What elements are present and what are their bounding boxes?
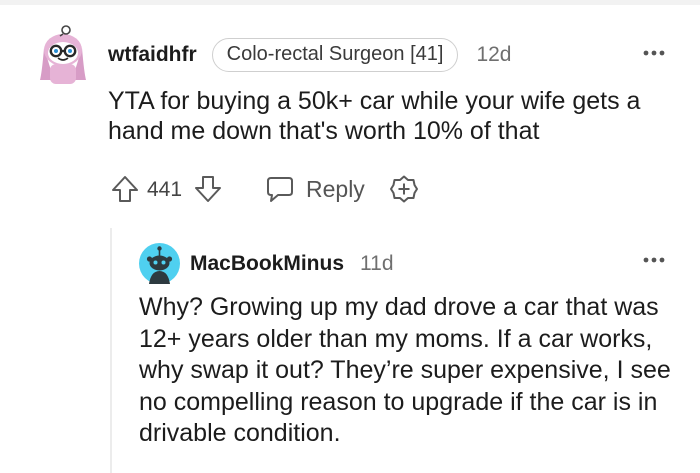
reply-label: Reply [306, 175, 365, 202]
arrow-up-icon [112, 176, 138, 202]
thread-line[interactable] [110, 228, 112, 473]
snoo-avatar-icon [40, 25, 86, 84]
chat-bubble-icon [267, 177, 293, 202]
reply-button[interactable]: Reply [265, 174, 365, 204]
avatar[interactable] [36, 24, 90, 84]
more-options-button[interactable] [641, 247, 667, 273]
comment-header: wtfaidhfr Colo-rectal Surgeon [41] 12d [108, 38, 512, 72]
more-horizontal-icon [643, 50, 665, 56]
vote-count: 441 [147, 178, 183, 201]
top-divider [0, 0, 700, 5]
user-flair: Colo-rectal Surgeon [41] [211, 38, 459, 72]
award-button[interactable] [389, 174, 419, 204]
upvote-button[interactable] [110, 174, 140, 204]
comment-author[interactable]: wtfaidhfr [108, 43, 197, 67]
comment-body: YTA for buying a 50k+ car while your wif… [108, 87, 641, 145]
arrow-down-icon [195, 176, 221, 202]
add-award-icon [390, 175, 418, 203]
comment-age: 12d [476, 43, 512, 66]
reply-age: 11d [360, 252, 394, 275]
downvote-button[interactable] [193, 174, 223, 204]
snoo-avatar-icon [139, 243, 180, 284]
reply-body: Why? Growing up my dad drove a car that … [139, 293, 671, 447]
more-options-button[interactable] [641, 40, 667, 66]
reply-author[interactable]: MacBookMinus [190, 252, 344, 276]
avatar[interactable] [139, 243, 180, 284]
comment-thread: wtfaidhfr Colo-rectal Surgeon [41] 12d Y… [0, 0, 700, 473]
more-horizontal-icon [643, 257, 665, 263]
reply-header: MacBookMinus 11d [190, 249, 394, 279]
